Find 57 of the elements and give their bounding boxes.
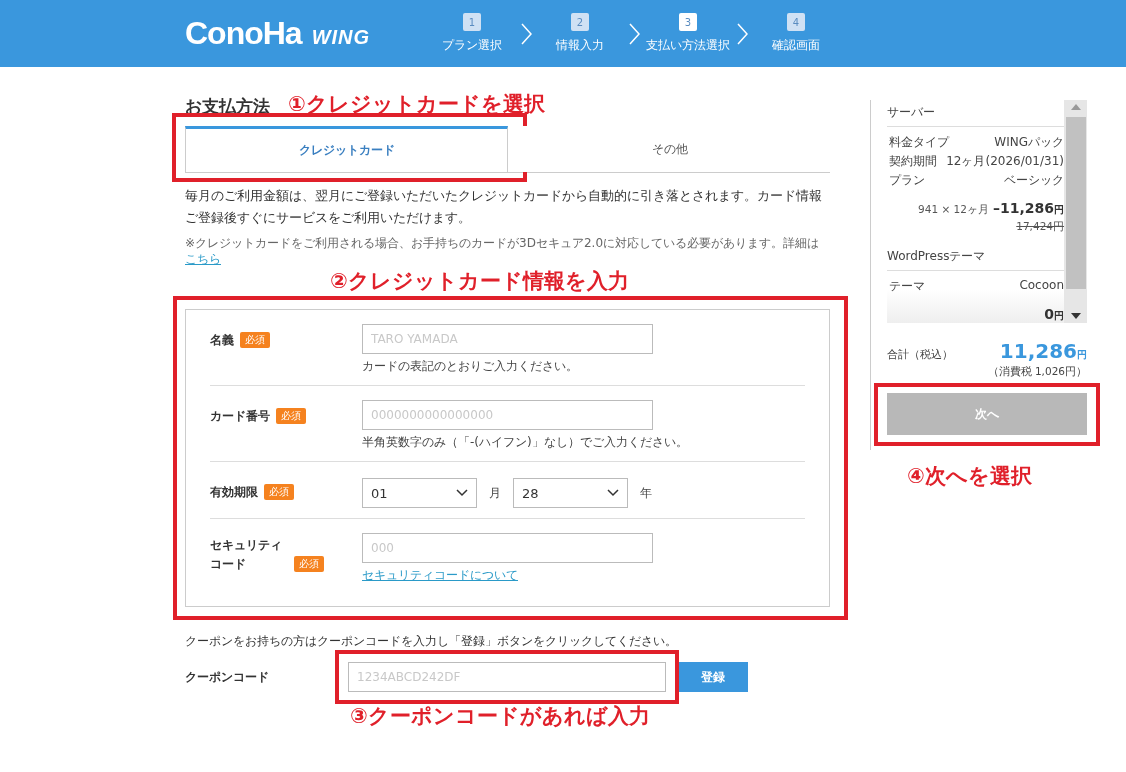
description-text: 毎月のご利用金額は、翌月にご登録いただいたクレジットカードから自動的に引き落とされます。カード情報ご登録後すぐにサービスをご利用いただけます。 xyxy=(185,187,823,227)
field-label: セキュリティコード xyxy=(210,537,283,573)
required-badge: 必須 xyxy=(240,332,270,348)
summary-label: プラン xyxy=(889,172,925,189)
unit-label: 年 xyxy=(640,484,652,502)
step-label: プラン選択 xyxy=(442,37,502,54)
select-field[interactable]: 01 xyxy=(362,478,477,508)
tax-text: （消費税 1,026円） xyxy=(986,365,1087,379)
annotation-label: ②クレジットカード情報を入力 xyxy=(330,268,630,295)
required-badge: 必須 xyxy=(276,408,306,424)
unit-label: 月 xyxy=(489,484,501,502)
register-button[interactable]: 登録 xyxy=(678,662,748,692)
required-badge: 必須 xyxy=(294,556,324,572)
caret-icon xyxy=(456,489,468,497)
summary-value: 12ヶ月(2026/01/31) xyxy=(946,153,1064,170)
field-label: 有効期限 xyxy=(210,484,258,501)
chevron-icon xyxy=(736,22,748,45)
summary-value: Cocoon xyxy=(1019,278,1064,294)
total-label: 合計（税込） xyxy=(887,348,953,362)
select-field[interactable]: 28 xyxy=(513,478,628,508)
step-number: 1 xyxy=(463,13,481,31)
required-badge: 必須 xyxy=(264,484,294,500)
annotation-label: ④次へを選択 xyxy=(907,463,1033,490)
price-formula: 941 × 12ヶ月 xyxy=(918,203,989,217)
tab[interactable]: クレジットカード xyxy=(185,126,508,172)
scrollbar[interactable] xyxy=(1064,100,1087,323)
step-number: 4 xyxy=(787,13,805,31)
product-name: WING xyxy=(311,26,371,49)
price: 0円 xyxy=(1044,306,1064,323)
total-price: 11,286円 xyxy=(999,339,1087,363)
note-text: ※クレジットカードをご利用される場合、お手持ちのカードが3Dセキュア2.0に対応している必要があります。詳細は こちら xyxy=(185,235,820,267)
help-link[interactable]: セキュリティコードについて xyxy=(362,567,518,584)
hint-text: 半角英数字のみ（「-(ハイフン)」なし）でご入力ください。 xyxy=(362,434,688,451)
coupon-instructions: クーポンをお持ちの方はクーポンコードを入力し「登録」ボタンをクリックしてください。 xyxy=(185,633,678,650)
step-label: 情報入力 xyxy=(556,37,604,54)
summary-label: 契約期間 xyxy=(889,153,937,170)
annotation-label: ③クーポンコードがあれば入力 xyxy=(350,703,651,730)
details-link[interactable]: こちら xyxy=(185,252,221,266)
step-label: 確認画面 xyxy=(772,37,820,54)
summary-value: WINGパック xyxy=(994,134,1064,151)
original-price: 17,424円 xyxy=(1015,220,1064,234)
field-label: クーポンコード xyxy=(185,668,270,686)
chevron-icon xyxy=(520,22,532,45)
hint-text: カードの表記のとおりご入力ください。 xyxy=(362,358,579,375)
logo: ConoHa xyxy=(185,15,302,52)
summary-label: 料金タイプ xyxy=(889,134,949,151)
scrollbar-thumb[interactable] xyxy=(1065,117,1086,289)
price: –11,286円 xyxy=(992,200,1064,217)
summary-label: テーマ xyxy=(889,278,925,295)
step-label: 支払い方法選択 xyxy=(646,37,730,54)
chevron-icon xyxy=(628,22,640,45)
step-number: 2 xyxy=(571,13,589,31)
caret-icon xyxy=(607,489,619,497)
summary-value: ベーシック xyxy=(1004,172,1064,189)
step-number: 3 xyxy=(679,13,697,31)
field-label: 名義 xyxy=(210,332,234,349)
field-label: カード番号 xyxy=(210,408,270,425)
